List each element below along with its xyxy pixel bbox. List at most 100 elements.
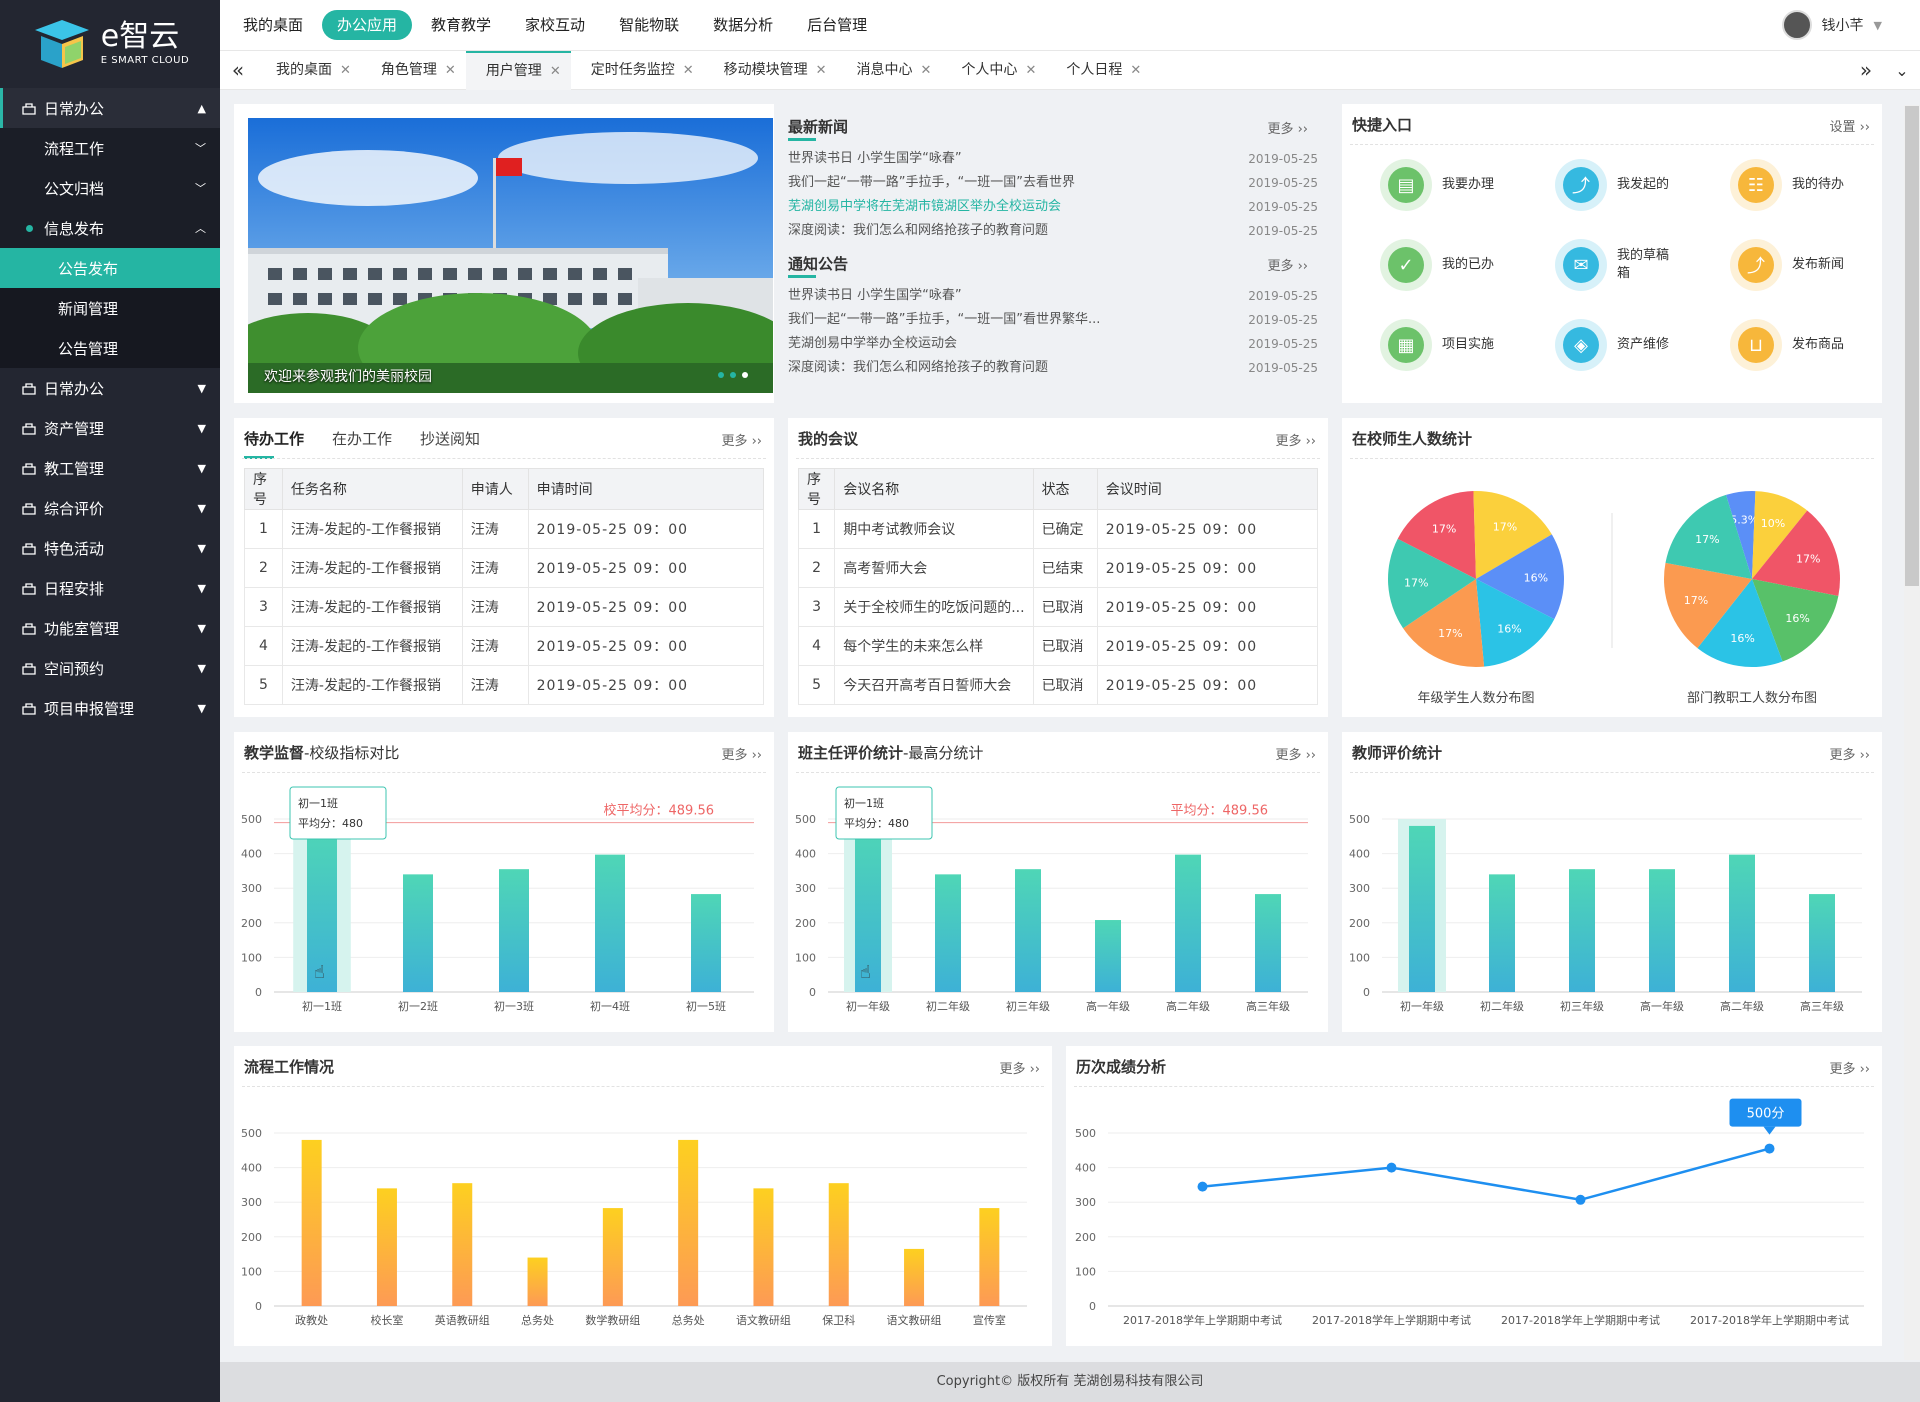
line-point[interactable] [1197, 1181, 1208, 1192]
meeting-more-link[interactable]: 更多 ›› [1275, 430, 1316, 449]
tab[interactable]: 定时任务监控 ✕ [571, 51, 704, 90]
news-item[interactable]: 世界读书日 小学生国学“咏春” 2019-05-25 [788, 147, 1318, 171]
user-name[interactable]: 钱小芊 [1822, 15, 1864, 35]
head-teacher-more-link[interactable]: 更多 ›› [1275, 744, 1316, 763]
news-item[interactable]: 芜湖创易中学将在芜湖市镜湖区举办全校运动会 2019-05-25 [788, 195, 1318, 219]
quick-entry-icon[interactable]: ◈ [1555, 319, 1607, 371]
sidebar-item-daily-office[interactable]: 日常办公 ▲ [0, 88, 220, 128]
table-cell[interactable]: 汪涛-发起的-工作餐报销 [281, 548, 463, 588]
sidebar-item[interactable]: 资产管理 ▼ [0, 408, 220, 448]
table-row[interactable]: 3 汪涛-发起的-工作餐报销 汪涛 2019-05-25 09：00 [244, 587, 765, 627]
user-menu[interactable]: 钱小芊 ▼ [1781, 10, 1882, 40]
quick-entry-item[interactable]: ▤ 我要办理 [1380, 159, 1530, 211]
bar[interactable] [1649, 869, 1675, 992]
news-item-title[interactable]: 深度阅读：我们怎么和网络抢孩子的教育问题 [788, 219, 1048, 243]
sidebar-item[interactable]: 项目申报管理 ▼ [0, 688, 220, 728]
news-item-title[interactable]: 我们一起“一带一路”手拉手，“一班一国”看世界繁华... [788, 308, 1100, 332]
quick-entry-item[interactable]: ✓ 我的已办 [1380, 239, 1530, 291]
sidebar-item[interactable]: 特色活动 ▼ [0, 528, 220, 568]
bar[interactable] [691, 894, 721, 992]
tab[interactable]: 用户管理 ✕ [465, 50, 571, 90]
tabs-dropdown-icon[interactable]: ⌄ [1884, 61, 1920, 80]
quick-entry-item[interactable]: ▦ 项目实施 [1380, 319, 1530, 371]
top-menu-item[interactable]: 我的桌面 [228, 10, 318, 40]
table-row[interactable]: 4 汪涛-发起的-工作餐报销 汪涛 2019-05-25 09：00 [244, 626, 765, 666]
bar[interactable] [602, 1208, 623, 1306]
top-menu-item[interactable]: 办公应用 [322, 10, 413, 40]
quick-entry-item[interactable]: ⤴ 我发起的 [1555, 159, 1705, 211]
table-cell[interactable]: 汪涛-发起的-工作餐报销 [281, 626, 463, 666]
quick-entry-icon[interactable]: ▦ [1380, 319, 1432, 371]
todo-more-link[interactable]: 更多 ›› [721, 430, 762, 449]
close-icon[interactable]: ✕ [816, 51, 827, 90]
tab[interactable]: 个人日程 ✕ [1046, 51, 1151, 90]
tabs-scroll-left-icon[interactable]: « [220, 58, 256, 82]
line-point[interactable] [1575, 1194, 1586, 1205]
tab[interactable]: 我的桌面 ✕ [256, 51, 361, 90]
table-cell[interactable]: 今天召开高考百日誓师大会 [834, 665, 1034, 705]
todo-tab[interactable]: 在办工作 [332, 428, 392, 449]
sidebar-subsubitem[interactable]: 公告管理 [0, 328, 220, 368]
table-cell[interactable]: 汪涛-发起的-工作餐报销 [281, 665, 463, 705]
sidebar-item[interactable]: 综合评价 ▼ [0, 488, 220, 528]
quick-entry-item[interactable]: ⊔ 发布商品 [1730, 319, 1880, 371]
table-row[interactable]: 5 汪涛-发起的-工作餐报销 汪涛 2019-05-25 09：00 [244, 665, 765, 705]
bar[interactable] [595, 854, 625, 992]
table-cell[interactable]: 期中考试教师会议 [834, 509, 1034, 549]
quick-entry-icon[interactable]: ⤴ [1730, 239, 1782, 291]
scrollbar[interactable] [1904, 105, 1920, 1360]
tab[interactable]: 角色管理 ✕ [361, 51, 466, 90]
score-history-more-link[interactable]: 更多 ›› [1829, 1058, 1870, 1077]
sidebar-item[interactable]: 教工管理 ▼ [0, 448, 220, 488]
quick-entry-item[interactable]: ✉ 我的草稿箱 [1555, 239, 1705, 291]
news-item[interactable]: 深度阅读：我们怎么和网络抢孩子的教育问题 2019-05-25 [788, 219, 1318, 243]
sidebar-subitem[interactable]: 信息发布 ︿ [0, 208, 220, 248]
bar[interactable] [1569, 869, 1595, 992]
close-icon[interactable]: ✕ [445, 51, 456, 90]
news-item-title[interactable]: 我们一起“一带一路”手拉手，“一班一国”去看世界 [788, 171, 1075, 195]
bar[interactable] [979, 1208, 1000, 1306]
close-icon[interactable]: ✕ [1130, 51, 1141, 90]
tabs-scroll-right-icon[interactable]: » [1848, 58, 1884, 82]
news-item-title[interactable]: 世界读书日 小学生国学“咏春” [788, 284, 962, 308]
bar[interactable] [1809, 894, 1835, 992]
sidebar-item[interactable]: 功能室管理 ▼ [0, 608, 220, 648]
table-row[interactable]: 2 汪涛-发起的-工作餐报销 汪涛 2019-05-25 09：00 [244, 548, 765, 588]
news-item[interactable]: 深度阅读：我们怎么和网络抢孩子的教育问题 2019-05-25 [788, 356, 1318, 380]
bar[interactable] [828, 1183, 849, 1306]
news-item[interactable]: 我们一起“一带一路”手拉手，“一班一国”去看世界 2019-05-25 [788, 171, 1318, 195]
tab[interactable]: 个人中心 ✕ [941, 51, 1046, 90]
quick-entry-icon[interactable]: ✓ [1380, 239, 1432, 291]
news-item-title[interactable]: 世界读书日 小学生国学“咏春” [788, 147, 962, 171]
table-row[interactable]: 4 每个学生的未来怎么样 已取消 2019-05-25 09：00 [797, 626, 1319, 666]
quick-entry-icon[interactable]: ⊔ [1730, 319, 1782, 371]
news-item-title[interactable]: 芜湖创易中学举办全校运动会 [788, 332, 957, 356]
bar[interactable] [1729, 854, 1755, 992]
notice-more-link[interactable]: 更多 ›› [1267, 255, 1308, 274]
sidebar-item[interactable]: 日常办公 ▼ [0, 368, 220, 408]
bar[interactable] [753, 1188, 774, 1306]
chevron-down-icon[interactable]: ▼ [1874, 19, 1882, 32]
news-item[interactable]: 芜湖创易中学举办全校运动会 2019-05-25 [788, 332, 1318, 356]
top-menu-item[interactable]: 后台管理 [792, 10, 882, 40]
table-row[interactable]: 3 关于全校师生的吃饭问题的... 已取消 2019-05-25 09：00 [797, 587, 1319, 627]
table-row[interactable]: 2 高考誓师大会 已结束 2019-05-25 09：00 [797, 548, 1319, 588]
workflow-more-link[interactable]: 更多 ›› [999, 1058, 1040, 1077]
sidebar-subsubitem[interactable]: 新闻管理 [0, 288, 220, 328]
bar[interactable] [904, 1248, 925, 1306]
campus-banner-image[interactable] [248, 118, 773, 393]
close-icon[interactable]: ✕ [683, 51, 694, 90]
todo-tab[interactable]: 待办工作 [244, 428, 304, 459]
news-item[interactable]: 我们一起“一带一路”手拉手，“一班一国”看世界繁华... 2019-05-25 [788, 308, 1318, 332]
table-row[interactable]: 1 期中考试教师会议 已确定 2019-05-25 09：00 [797, 509, 1319, 549]
top-menu-item[interactable]: 智能物联 [604, 10, 694, 40]
bar[interactable] [499, 869, 529, 992]
quick-entry-setting-link[interactable]: 设置 ›› [1829, 116, 1870, 135]
quick-entry-item[interactable]: ⤴ 发布新闻 [1730, 239, 1880, 291]
table-cell[interactable]: 汪涛-发起的-工作餐报销 [281, 509, 463, 549]
supervision-more-link[interactable]: 更多 ›› [721, 744, 762, 763]
table-cell[interactable]: 关于全校师生的吃饭问题的... [834, 587, 1034, 627]
teacher-eval-more-link[interactable]: 更多 ›› [1829, 744, 1870, 763]
scrollbar-thumb[interactable] [1905, 106, 1919, 586]
quick-entry-icon[interactable]: ☷ [1730, 159, 1782, 211]
